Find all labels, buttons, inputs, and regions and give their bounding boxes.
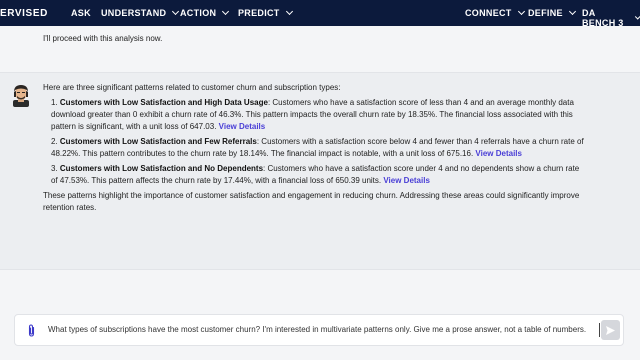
view-details-link[interactable]: View Details xyxy=(219,122,266,131)
nav-connect-label: CONNECT xyxy=(465,8,512,18)
nav-predict[interactable]: PREDICT xyxy=(238,7,293,18)
nav-da-bench[interactable]: DA BENCH 3 xyxy=(582,8,640,28)
nav-action[interactable]: ACTION xyxy=(180,7,230,18)
nav-understand-label: UNDERSTAND xyxy=(101,8,167,18)
nav-connect[interactable]: CONNECT xyxy=(465,7,525,18)
chevron-down-icon xyxy=(222,7,230,16)
pattern-number: 2. xyxy=(51,137,58,146)
previous-message: I'll proceed with this analysis now. xyxy=(0,26,640,70)
nav-action-label: ACTION xyxy=(180,8,217,18)
nav-define[interactable]: DEFINE xyxy=(528,7,576,18)
view-details-link[interactable]: View Details xyxy=(383,176,430,185)
nav-ask-label: ASK xyxy=(71,8,91,18)
chat-input[interactable]: What types of subscriptions have the mos… xyxy=(48,325,586,334)
chat-input-bar: What types of subscriptions have the mos… xyxy=(14,314,624,346)
paperclip-icon[interactable] xyxy=(27,324,36,337)
send-icon xyxy=(606,325,615,335)
nav-define-label: DEFINE xyxy=(528,8,563,18)
chevron-down-icon xyxy=(172,7,180,16)
chevron-down-icon xyxy=(285,7,293,16)
pattern-title: Customers with Low Satisfaction and No D… xyxy=(59,164,264,173)
view-details-link[interactable]: View Details xyxy=(475,149,522,158)
text-cursor xyxy=(599,323,600,337)
chevron-down-icon xyxy=(568,7,576,16)
assistant-avatar xyxy=(13,85,29,107)
answer-content: Here are three significant patterns rela… xyxy=(43,82,588,217)
chevron-down-icon xyxy=(634,13,640,20)
pattern-title: Customers with Low Satisfaction and Few … xyxy=(59,137,257,146)
pattern-item: 1. Customers with Low Satisfaction and H… xyxy=(51,97,588,133)
nav-ask[interactable]: ASK xyxy=(71,8,91,18)
pattern-list: 1. Customers with Low Satisfaction and H… xyxy=(51,97,588,187)
answer-conclusion: These patterns highlight the importance … xyxy=(43,191,580,212)
send-button[interactable] xyxy=(601,320,620,340)
nav-da-bench-label: DA BENCH 3 xyxy=(582,8,624,28)
pattern-number: 3. xyxy=(51,164,58,173)
pattern-item: 2. Customers with Low Satisfaction and F… xyxy=(51,136,588,160)
assistant-message: Here are three significant patterns rela… xyxy=(0,72,640,270)
previous-message-text: I'll proceed with this analysis now. xyxy=(43,34,163,43)
pattern-title: Customers with Low Satisfaction and High… xyxy=(59,98,268,107)
answer-intro: Here are three significant patterns rela… xyxy=(43,83,341,92)
chevron-down-icon xyxy=(517,7,525,16)
nav-predict-label: PREDICT xyxy=(238,8,280,18)
brand-logo-text[interactable]: ERVISED xyxy=(0,8,48,19)
top-navigation-bar: ERVISED ASK UNDERSTAND ACTION PREDICT CO… xyxy=(0,0,640,28)
nav-understand[interactable]: UNDERSTAND xyxy=(101,7,180,18)
chat-area: I'll proceed with this analysis now. Her… xyxy=(0,26,640,360)
pattern-item: 3. Customers with Low Satisfaction and N… xyxy=(51,163,588,187)
pattern-number: 1. xyxy=(51,98,58,107)
